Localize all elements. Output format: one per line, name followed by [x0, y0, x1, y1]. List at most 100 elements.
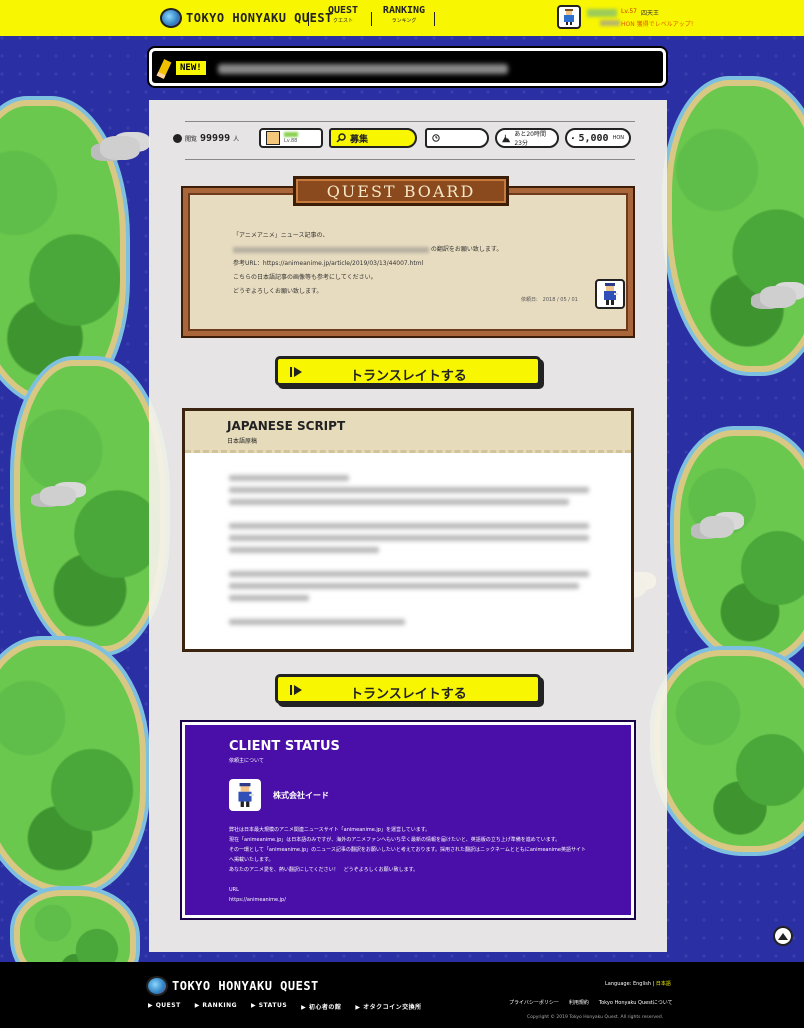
recruit-label: 募集 — [350, 134, 369, 145]
script-text-redacted — [229, 619, 405, 625]
client-character-icon — [604, 283, 618, 305]
quest-line-2: の翻訳をお願い致します。 — [233, 243, 502, 257]
user-title: 四天王 — [641, 10, 660, 17]
terms-link[interactable]: 利用規約 — [569, 999, 589, 1006]
translate-button-label: トランスレイトする — [350, 369, 467, 384]
nav-quest[interactable]: QUEST クエスト — [320, 5, 366, 24]
view-count: 閲覧 99999 人 — [173, 133, 239, 144]
script-title: JAPANESE SCRIPT — [227, 419, 346, 433]
language-english[interactable]: Language: English | — [605, 981, 656, 987]
quest-board-title-text: QUEST BOARD — [326, 181, 476, 201]
footer-links: プライバシーポリシー 利用規約 Tokyo Honyaku Questについて — [509, 999, 673, 1006]
header-divider — [434, 12, 435, 26]
language-switcher: Language: English | 日本語 — [605, 980, 671, 987]
arrow-up-icon — [778, 932, 788, 940]
script-header: JAPANESE SCRIPT 日本語原稿 — [185, 411, 631, 453]
footer-nav-beginners[interactable]: ▶ 初心者の館 — [301, 1002, 341, 1011]
footer-nav: ▶ QUEST ▶ RANKING ▶ STATUS ▶ 初心者の館 ▶ オタク… — [148, 1002, 422, 1011]
japanese-script-card: JAPANESE SCRIPT 日本語原稿 — [182, 408, 634, 652]
translate-button[interactable]: トランスレイトする — [275, 674, 541, 704]
client-status-card: CLIENT STATUS 依頼主について 株式会社イード 弊社は日本最大規模の… — [182, 722, 634, 918]
client-desc-line: その一環として「animeanime.jp」のニュース記事の翻訳をお願いしたいと… — [229, 847, 586, 853]
script-text-redacted — [229, 595, 309, 601]
character-icon — [266, 131, 280, 145]
mountain-icon — [502, 134, 511, 142]
client-desc-line: へ掲載いたします。 — [229, 857, 274, 863]
user-next-redacted — [600, 20, 620, 26]
script-text-redacted — [229, 535, 589, 541]
script-text-redacted — [229, 547, 379, 553]
quest-line-4: こちらの日本語記事の画像等も参考にしてください。 — [233, 274, 377, 281]
quest-board: 「アニメアニメ」ニュース記事の、 の翻訳をお願い致します。 参考URL：http… — [183, 188, 633, 336]
translate-button[interactable]: トランスレイトする — [275, 356, 541, 386]
nav-ranking-sub: ランキング — [391, 18, 417, 24]
play-icon — [294, 685, 302, 695]
footer-logo[interactable]: TOKYO HONYAKU QUEST — [146, 976, 319, 996]
about-link[interactable]: Tokyo Honyaku Questについて — [599, 999, 673, 1006]
top-header: TOKYO HONYAKU QUEST QUEST クエスト RANKING ラ… — [0, 0, 804, 36]
footer-nav-ranking[interactable]: ▶ RANKING — [195, 1002, 237, 1011]
news-ticker[interactable]: NEW! — [149, 48, 666, 86]
client-avatar — [595, 279, 625, 309]
quest-line-3: 参考URL：https://animeanime.jp/article/2019… — [233, 260, 424, 267]
user-avatar[interactable] — [557, 5, 581, 29]
script-subtitle: 日本語原稿 — [227, 438, 258, 445]
client-name: 株式会社イード — [273, 791, 329, 800]
quest-line-1: 「アニメアニメ」ニュース記事の、 — [233, 232, 329, 239]
client-desc-line: 弊社は日本最大規模のアニメ関連ニュースサイト「animeanime.jp」を運営… — [229, 827, 431, 833]
clock-icon — [432, 134, 440, 142]
globe-logo-icon — [146, 976, 168, 996]
views-unit: 人 — [233, 136, 240, 143]
level-name-redacted — [284, 132, 298, 137]
user-name-redacted — [587, 9, 617, 17]
scroll-to-top-button[interactable] — [773, 926, 793, 946]
client-desc-line: 現在「animeanime.jp」は日本語のみですが、海外のアニメファンへもいち… — [229, 837, 561, 843]
client-description: 弊社は日本最大規模のアニメ関連ニュースサイト「animeanime.jp」を運営… — [229, 825, 609, 875]
divider — [185, 159, 635, 160]
script-text-redacted — [229, 523, 589, 529]
logo-text: TOKYO HONYAKU QUEST — [186, 11, 333, 25]
new-badge: NEW! — [176, 61, 206, 75]
required-level-badge: Lv.88 — [259, 128, 323, 148]
play-icon-bar — [290, 367, 292, 377]
views-number: 99999 — [200, 133, 231, 144]
quest-line-5: どうぞよろしくお願い致します。 — [233, 288, 323, 295]
pencil-icon — [156, 59, 172, 79]
site-logo[interactable]: TOKYO HONYAKU QUEST — [160, 8, 333, 28]
translate-button-label: トランスレイトする — [350, 687, 467, 702]
privacy-policy-link[interactable]: プライバシーポリシー — [509, 999, 559, 1006]
client-character-icon — [238, 783, 254, 807]
nav-quest-sub: クエスト — [332, 18, 353, 24]
character-icon — [564, 9, 574, 25]
footer-nav-status[interactable]: ▶ STATUS — [251, 1002, 287, 1011]
header-divider — [308, 12, 309, 26]
user-level: Lv.57 — [621, 8, 637, 15]
client-url-link[interactable]: https://animeanime.jp/ — [229, 897, 286, 903]
script-text-redacted — [229, 583, 579, 589]
reward-unit: HON — [612, 135, 624, 141]
coin-stack-icon — [572, 136, 575, 140]
nav-ranking[interactable]: RANKING ランキング — [378, 5, 430, 24]
user-icon — [173, 134, 182, 143]
play-icon — [294, 367, 302, 377]
request-date: 依頼日: 2018 / 05 / 01 — [521, 297, 578, 303]
quest-description: 「アニメアニメ」ニュース記事の、 の翻訳をお願い致します。 参考URL：http… — [233, 229, 502, 299]
footer-nav-coin-exchange[interactable]: ▶ オタクコイン交換所 — [355, 1002, 421, 1011]
quest-board-title: QUEST BOARD — [293, 176, 509, 206]
quest-status-row: 閲覧 99999 人 Lv.88 募集 あと20時間23分 5,000 HON — [173, 128, 643, 150]
client-desc-line: あなたのアニメ愛を、熱い翻訳にしてください！ どうぞよろしくお願い致します。 — [229, 867, 419, 873]
reward-amount: 5,000 — [578, 132, 609, 144]
recruit-status-badge: 募集 — [329, 128, 417, 148]
script-text-redacted — [229, 475, 349, 481]
language-japanese[interactable]: 日本語 — [656, 981, 671, 987]
footer-logo-text: TOKYO HONYAKU QUEST — [172, 979, 319, 993]
nav-ranking-label: RANKING — [382, 5, 426, 16]
play-icon-bar — [290, 685, 292, 695]
script-text-redacted — [229, 571, 589, 577]
time-remaining-text: あと20時間23分 — [514, 131, 546, 147]
nav-quest-label: QUEST — [327, 5, 359, 16]
news-text-redacted — [218, 64, 508, 74]
client-avatar — [229, 779, 261, 811]
article-title-redacted — [233, 246, 429, 253]
footer-nav-quest[interactable]: ▶ QUEST — [148, 1002, 181, 1011]
